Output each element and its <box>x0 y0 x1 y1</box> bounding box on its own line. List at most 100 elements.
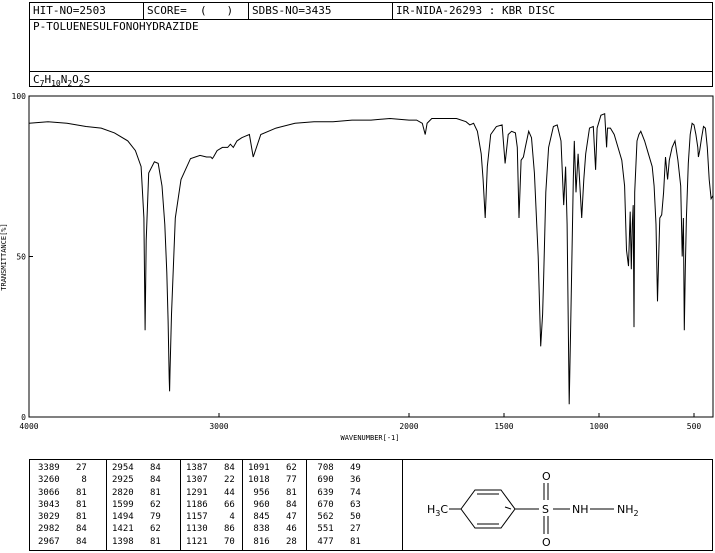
x-tick-label: 1000 <box>589 422 608 431</box>
peak-column: 2954 84 2925 84 2820 81 1599 62 1494 79 1421 … <box>112 462 161 548</box>
peak-transmittance: 22 <box>207 475 235 486</box>
peak-wavenumber: 2954 <box>112 463 134 473</box>
peak-row: 551 27 <box>312 523 361 535</box>
peak-row: 956 81 <box>248 487 297 499</box>
peak-transmittance: 81 <box>59 487 87 498</box>
peak-wavenumber: 639 <box>312 487 334 498</box>
peak-wavenumber: 2967 <box>38 536 60 547</box>
peak-wavenumber: 1494 <box>112 512 134 523</box>
peak-row: 960 84 <box>248 499 297 511</box>
peak-transmittance: 79 <box>133 512 161 523</box>
peak-transmittance: 62 <box>269 463 297 473</box>
peak-transmittance: 74 <box>333 487 361 498</box>
peak-row: 2925 84 <box>112 474 161 486</box>
peak-row: 670 63 <box>312 499 361 511</box>
peak-wavenumber: 690 <box>312 475 334 486</box>
peak-transmittance: 27 <box>333 524 361 535</box>
peak-row: 1291 44 <box>186 487 235 499</box>
peak-wavenumber: 845 <box>248 512 270 523</box>
peak-row: 1599 62 <box>112 499 161 511</box>
x-axis-label: WAVENUMBER[-1] <box>340 434 399 442</box>
peak-column: 708 49 690 36 639 74 670 63 562 50 551 2… <box>312 462 361 548</box>
spectrum-line <box>28 112 714 405</box>
peak-wavenumber: 1421 <box>112 524 134 535</box>
peak-wavenumber: 838 <box>248 524 270 535</box>
peak-transmittance: 81 <box>269 487 297 498</box>
nh2-label: NH2 <box>617 503 639 518</box>
x-tick-label: 1500 <box>494 422 513 431</box>
peak-row: 1121 70 <box>186 536 235 548</box>
peak-row: 816 28 <box>248 536 297 548</box>
peak-transmittance: 63 <box>333 499 361 510</box>
peak-transmittance: 84 <box>133 475 161 486</box>
peak-row: 1091 62 <box>248 462 297 474</box>
peak-wavenumber: 3029 <box>38 512 60 523</box>
nh-label: NH <box>572 503 589 516</box>
peak-row: 3029 81 <box>38 511 87 523</box>
peak-row: 3066 81 <box>38 487 87 499</box>
peak-row: 1387 84 <box>186 462 235 474</box>
x-tick-label: 500 <box>687 422 702 431</box>
peak-transmittance: 86 <box>207 524 235 535</box>
peak-row: 3043 81 <box>38 499 87 511</box>
peak-wavenumber: 1291 <box>186 487 208 498</box>
peak-wavenumber: 562 <box>312 512 334 523</box>
peak-transmittance: 84 <box>133 463 161 473</box>
x-tick-label: 3000 <box>209 422 228 431</box>
peak-row: 690 36 <box>312 474 360 486</box>
peak-column: 1387 84 1307 22 1291 44 1186 66 1157 4 1130 8… <box>186 462 235 548</box>
peak-wavenumber: 1130 <box>186 524 208 535</box>
peak-transmittance: 44 <box>207 487 235 498</box>
peak-wavenumber: 1121 <box>186 536 208 547</box>
peak-transmittance: 4 <box>207 512 235 523</box>
methyl-label: H3C <box>427 503 448 518</box>
peak-wavenumber: 3066 <box>38 487 60 498</box>
peak-transmittance: 47 <box>269 512 297 523</box>
peak-transmittance: 27 <box>59 463 87 473</box>
oxygen-bottom-label: O <box>542 536 551 549</box>
sulfur-label: S <box>542 503 549 516</box>
peak-wavenumber: 2925 <box>112 475 134 486</box>
peak-wavenumber: 708 <box>312 463 334 473</box>
peak-wavenumber: 1599 <box>112 499 134 510</box>
peak-wavenumber: 816 <box>248 536 270 547</box>
peak-transmittance: 84 <box>269 499 297 510</box>
peak-row: 1494 79 <box>112 511 161 523</box>
peak-transmittance: 66 <box>207 499 235 510</box>
chart-ticks: 4000 3000 2000 1500 1000 500 0 50 100 <box>12 92 702 431</box>
peak-row: 3389 27 <box>38 462 87 474</box>
peak-row: 2967 84 <box>38 536 87 548</box>
peak-row: 1130 86 <box>186 523 235 535</box>
peak-row: 639 74 <box>312 487 361 499</box>
y-tick-label: 100 <box>12 92 27 101</box>
peak-column-divider <box>306 460 307 550</box>
peak-wavenumber: 1091 <box>248 463 270 473</box>
peak-wavenumber: 960 <box>248 499 270 510</box>
peak-row: 1157 4 <box>186 511 235 523</box>
peak-transmittance: 81 <box>59 512 87 523</box>
peak-transmittance: 84 <box>59 536 87 547</box>
y-axis-label: TRANSMITTANCE[%] <box>0 223 8 290</box>
peak-wavenumber: 551 <box>312 524 334 535</box>
structure-panel: H3C S O O NH NH2 <box>402 460 713 550</box>
chart-axes <box>28 95 714 418</box>
peak-column-divider <box>106 460 107 550</box>
peak-transmittance: 77 <box>269 475 297 486</box>
y-tick-label: 50 <box>16 253 26 262</box>
peak-transmittance: 46 <box>269 524 297 535</box>
peak-row: 477 81 <box>312 536 361 548</box>
structure-drawing: H3C S O O NH NH2 <box>427 470 639 549</box>
peak-wavenumber: 670 <box>312 499 334 510</box>
peak-row: 708 49 <box>312 462 360 474</box>
peak-transmittance: 62 <box>133 499 161 510</box>
peak-transmittance: 84 <box>207 463 235 473</box>
peak-wavenumber: 2820 <box>112 487 134 498</box>
structure-bonds <box>449 483 614 534</box>
peak-transmittance: 28 <box>269 536 297 547</box>
peak-transmittance: 81 <box>333 536 361 547</box>
peak-wavenumber: 956 <box>248 487 270 498</box>
peak-wavenumber: 477 <box>312 536 334 547</box>
peak-row: 1398 81 <box>112 536 161 548</box>
peak-wavenumber: 1307 <box>186 475 208 486</box>
peak-transmittance: 50 <box>333 512 361 523</box>
